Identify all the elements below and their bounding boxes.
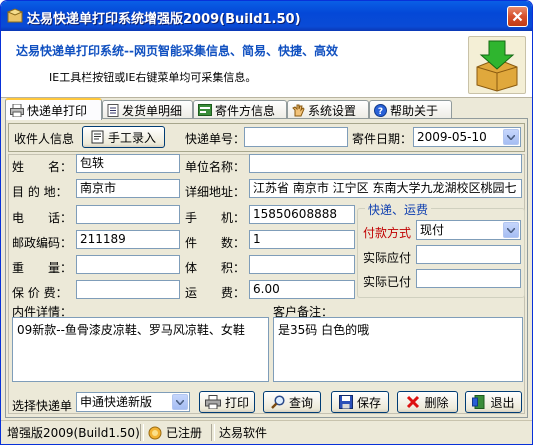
company-input[interactable] [249, 154, 522, 173]
weight-input[interactable] [76, 255, 180, 274]
name-label: 姓 名： [12, 160, 73, 174]
tab-shipment-details[interactable]: 发货单明细 [102, 100, 193, 119]
exit-label: 退出 [490, 395, 515, 410]
recipient-info-label: 收件人信息 [14, 132, 75, 146]
magnifier-icon [271, 395, 285, 409]
name-input[interactable]: 包轶 [76, 154, 180, 173]
title-bar[interactable]: 达易快递单打印系统增强版2009(Build1.50) [1, 1, 532, 31]
tracking-number-label: 快递单号： [185, 132, 246, 146]
amount-paid-input[interactable] [416, 269, 521, 288]
postcode-input[interactable]: 211189 [76, 230, 180, 249]
payment-method-select[interactable]: 现付 [416, 220, 521, 240]
waybill-panel: 收件人信息 手工录入 快递单号： 寄件日期： 2009-05-10 姓 名： 包… [5, 118, 528, 418]
manual-entry-button[interactable]: 手工录入 [82, 126, 165, 148]
phone-input[interactable] [76, 205, 180, 224]
app-icon [6, 8, 24, 24]
payment-method-value: 现付 [420, 223, 445, 237]
window-title: 达易快递单打印系统增强版2009(Build1.50) [27, 12, 301, 27]
notepad-icon [91, 130, 104, 144]
amount-payable-label: 实际应付 [363, 251, 412, 265]
mobile-input[interactable]: 15850608888 [249, 205, 355, 224]
tab-system-settings[interactable]: 系统设置 [287, 100, 369, 119]
destination-label: 目 的 地： [12, 185, 68, 199]
insurance-input[interactable] [76, 280, 180, 299]
registered-badge-icon [148, 426, 162, 439]
freight-label: 运 费： [185, 286, 246, 300]
exit-door-icon [472, 395, 485, 409]
red-x-icon [407, 395, 420, 409]
printer-icon [10, 103, 24, 117]
amount-payable-input[interactable] [416, 245, 521, 264]
ship-date-value: 2009-05-10 [417, 130, 487, 144]
help-icon: ? [374, 103, 387, 117]
query-button[interactable]: 查询 [263, 391, 321, 413]
insurance-label: 保 价 费： [12, 286, 68, 300]
address-input[interactable]: 江苏省 南京市 江宁区 东南大学九龙湖校区桃园七 [249, 179, 522, 198]
status-separator [211, 424, 215, 441]
courier-template-select[interactable]: 申通快递新版 [76, 392, 190, 412]
banner-subtitle: IE工具栏按钮或IE右键菜单均可采集信息。 [49, 71, 257, 84]
document-icon [107, 103, 119, 117]
volume-input[interactable] [249, 255, 355, 274]
tab-label: 帮助关于 [390, 103, 439, 118]
dropdown-arrow-icon[interactable] [503, 129, 519, 145]
postcode-label: 邮政编码： [12, 236, 73, 250]
status-vendor: 达易软件 [219, 426, 268, 440]
pieces-label: 件 数： [185, 236, 246, 250]
status-bar: 增强版2009(Build1.50) 已注册 达易软件 [1, 420, 532, 444]
address-label: 详细地址： [185, 185, 246, 199]
shipping-group-legend: 快递、运费 [365, 201, 432, 218]
dropdown-arrow-icon[interactable] [503, 222, 519, 238]
print-label: 打印 [224, 395, 249, 410]
tab-label: 快递单打印 [27, 103, 88, 118]
hand-settings-icon [292, 104, 305, 116]
tab-label: 系统设置 [308, 103, 357, 118]
tracking-number-input[interactable] [244, 127, 348, 147]
printer-icon [204, 395, 221, 409]
delete-button[interactable]: 删除 [397, 391, 458, 413]
query-label: 查询 [288, 395, 313, 410]
banner-title: 达易快递单打印系统--网页智能采集信息、简易、快捷、高效 [16, 44, 338, 58]
customer-remarks-textarea[interactable]: 是35码 白色的哦 [273, 317, 523, 382]
svg-text:?: ? [378, 107, 383, 117]
courier-template-value: 申通快递新版 [80, 395, 153, 409]
print-button[interactable]: 打印 [199, 391, 255, 413]
download-box-logo [468, 36, 526, 94]
status-registered: 已注册 [148, 424, 202, 441]
exit-button[interactable]: 退出 [465, 391, 522, 413]
amount-paid-label: 实际已付 [363, 275, 412, 289]
card-icon [198, 104, 212, 116]
ship-date-picker[interactable]: 2009-05-10 [413, 127, 521, 147]
choose-courier-label: 选择快递单 [12, 399, 73, 413]
status-version: 增强版2009(Build1.50) [7, 426, 140, 440]
close-button[interactable] [507, 6, 528, 27]
phone-label: 电 话： [12, 211, 73, 225]
tab-print-waybill[interactable]: 快递单打印 [5, 98, 102, 120]
app-window: 达易快递单打印系统增强版2009(Build1.50) 达易快递单打印系统--网… [0, 0, 533, 445]
item-details-textarea[interactable]: 09新款--鱼骨漆皮凉鞋、罗马风凉鞋、女鞋 [12, 317, 269, 382]
delete-label: 删除 [424, 395, 449, 410]
floppy-disk-icon [338, 395, 353, 409]
company-label: 单位名称： [185, 160, 246, 174]
mobile-label: 手 机： [185, 211, 246, 225]
destination-input[interactable]: 南京市 [76, 179, 180, 198]
status-separator [140, 424, 144, 441]
save-button[interactable]: 保存 [331, 391, 389, 413]
manual-entry-label: 手工录入 [107, 130, 156, 145]
dropdown-arrow-icon[interactable] [172, 394, 188, 410]
weight-label: 重 量： [12, 261, 73, 275]
tab-sender-info[interactable]: 寄件方信息 [193, 100, 287, 119]
pieces-input[interactable]: 1 [249, 230, 355, 249]
tab-help-about[interactable]: ? 帮助关于 [369, 100, 452, 119]
close-icon [512, 11, 523, 22]
volume-label: 体 积： [185, 261, 246, 275]
save-label: 保存 [356, 395, 381, 410]
status-registered-label: 已注册 [166, 426, 203, 440]
freight-input[interactable]: 6.00 [249, 280, 355, 299]
tab-label: 寄件方信息 [215, 103, 276, 118]
tab-label: 发货单明细 [122, 103, 183, 118]
ship-date-label: 寄件日期： [352, 132, 413, 146]
header-banner: 达易快递单打印系统--网页智能采集信息、简易、快捷、高效 IE工具栏按钮或IE右… [1, 31, 532, 98]
payment-method-label: 付款方式 [363, 226, 412, 240]
